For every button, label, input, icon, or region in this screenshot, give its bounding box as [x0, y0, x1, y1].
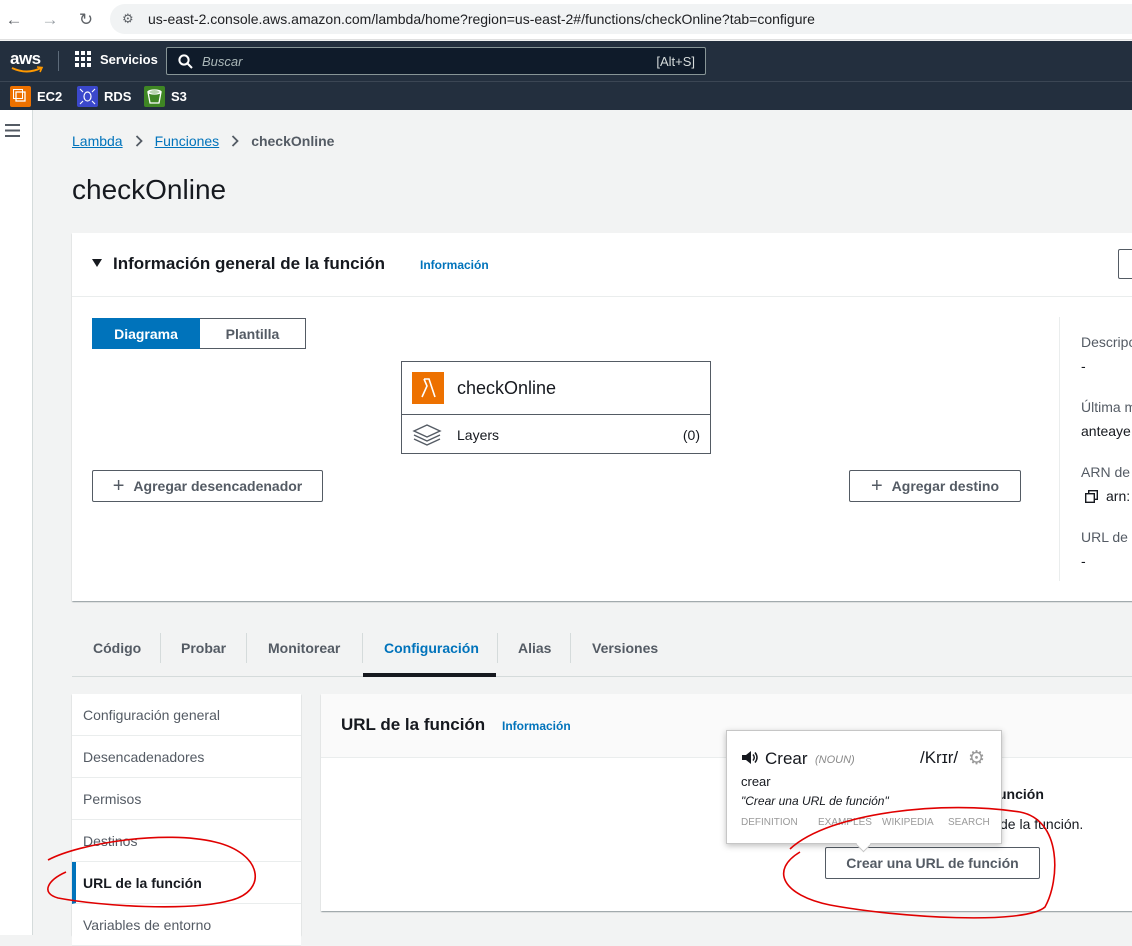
description-label: Descripc [1081, 334, 1132, 350]
copy-icon[interactable] [1085, 489, 1098, 503]
function-url-label: URL de l [1081, 529, 1132, 545]
search-placeholder: Buscar [202, 54, 243, 69]
s3-icon [144, 86, 165, 107]
speaker-icon[interactable] [741, 750, 759, 765]
forward-icon[interactable]: → [40, 10, 60, 30]
breadcrumb: Lambda Funciones checkOnline [72, 133, 334, 149]
grid-icon [75, 51, 91, 67]
caret-down-icon[interactable] [92, 259, 102, 267]
breadcrumb-lambda[interactable]: Lambda [72, 133, 123, 149]
function-url-value: - [1081, 553, 1086, 569]
search-input[interactable]: Buscar [Alt+S] [166, 47, 706, 75]
arn-value: arn: [1106, 488, 1131, 504]
rds-icon [77, 86, 98, 107]
services-menu-button[interactable]: Servicios [75, 51, 158, 67]
function-overview-panel: Información general de la función Inform… [72, 233, 1132, 601]
site-settings-icon[interactable]: ⚙ [122, 11, 134, 27]
layers-count: (0) [682, 427, 700, 443]
config-nav-function-url[interactable]: URL de la función [72, 862, 301, 904]
aws-logo[interactable]: aws [10, 49, 44, 75]
tab-test[interactable]: Probar [181, 640, 226, 656]
popup-link-definition[interactable]: DEFINITION [741, 817, 798, 828]
toggle-diagram[interactable]: Diagrama [92, 318, 200, 349]
popup-link-wikipedia[interactable]: WIKIPEDIA [882, 817, 934, 828]
layers-label: Layers [457, 427, 500, 443]
popup-part-of-speech: (NOUN) [815, 754, 855, 766]
plus-icon: + [870, 474, 883, 497]
active-tab-indicator [363, 673, 496, 677]
dictionary-popup: Crear (NOUN) /Krɪr/ ⚙ crear "Crear una U… [726, 730, 1002, 853]
description-value: - [1081, 358, 1086, 374]
favorite-label: RDS [104, 89, 132, 104]
hamburger-menu-icon[interactable] [5, 124, 20, 137]
no-url-description: de la función. [1000, 816, 1084, 832]
create-function-url-button[interactable]: Crear una URL de función [825, 847, 1040, 879]
gear-icon[interactable]: ⚙ [968, 747, 985, 770]
url-text: us-east-2.console.aws.amazon.com/lambda/… [148, 11, 815, 27]
page-title: checkOnline [72, 174, 227, 205]
info-link[interactable]: Información [420, 258, 489, 272]
search-icon [178, 54, 193, 69]
layers-icon [412, 424, 442, 446]
add-destination-button[interactable]: + Agregar destino [849, 470, 1021, 502]
tab-versions[interactable]: Versiones [592, 640, 658, 656]
popup-meaning: crear [741, 774, 771, 789]
chevron-right-icon [135, 135, 143, 147]
info-link[interactable]: Información [502, 719, 571, 733]
popup-link-search[interactable]: SEARCH [948, 817, 990, 828]
favorite-rds[interactable]: RDS [77, 86, 131, 107]
arn-label: ARN de [1081, 464, 1131, 480]
config-nav-triggers[interactable]: Desencadenadores [72, 736, 301, 778]
reload-icon[interactable]: ↻ [76, 10, 96, 30]
favorite-label: EC2 [37, 89, 63, 104]
config-nav-environment-variables[interactable]: Variables de entorno [72, 904, 301, 946]
popup-link-examples[interactable]: EXAMPLES [818, 817, 872, 828]
overview-action-button[interactable] [1118, 249, 1132, 279]
chevron-right-icon [232, 135, 239, 147]
lambda-icon [412, 372, 444, 404]
function-name: checkOnline [457, 378, 557, 398]
popup-example: "Crear una URL de función" [741, 794, 889, 808]
config-nav-permissions[interactable]: Permisos [72, 778, 301, 820]
back-icon[interactable]: ← [4, 10, 24, 30]
browser-toolbar: ← → ↻ ⚙ us-east-2.console.aws.amazon.com… [0, 0, 1132, 40]
favorite-ec2[interactable]: EC2 [10, 86, 62, 107]
side-navigation-collapsed [0, 110, 33, 935]
config-nav-general[interactable]: Configuración general [72, 694, 301, 736]
ec2-icon [10, 86, 31, 107]
favorite-label: S3 [171, 89, 187, 104]
last-modified-value: anteaye [1081, 423, 1131, 439]
aws-top-nav: aws Servicios Buscar [Alt+S] [0, 41, 1132, 81]
tab-monitor[interactable]: Monitorear [268, 640, 340, 656]
favorite-s3[interactable]: S3 [144, 86, 187, 107]
tab-configuration[interactable]: Configuración [384, 640, 479, 656]
config-nav-destinations[interactable]: Destinos [72, 820, 301, 862]
overview-header: Información general de la función Inform… [72, 233, 1132, 297]
plus-icon: + [112, 474, 125, 497]
search-shortcut: [Alt+S] [656, 54, 695, 69]
function-url-title: URL de la función [341, 715, 486, 734]
address-bar[interactable]: ⚙ us-east-2.console.aws.amazon.com/lambd… [110, 4, 1132, 34]
favorites-bar: EC2 RDS S3 [0, 81, 1132, 110]
function-diagram-box[interactable]: checkOnline Layers (0) [401, 361, 711, 454]
services-label: Servicios [100, 51, 158, 67]
toggle-template[interactable]: Plantilla [200, 318, 306, 349]
function-details: Descripc - Última m anteaye ARN de arn: … [1081, 330, 1132, 573]
last-modified-label: Última m [1081, 399, 1132, 415]
tab-code[interactable]: Código [93, 640, 141, 656]
popup-word: Crear [765, 749, 808, 768]
breadcrumb-current: checkOnline [251, 133, 335, 149]
popup-pronunciation: /Krɪr/ [920, 748, 959, 767]
add-trigger-button[interactable]: + Agregar desencadenador [92, 470, 323, 502]
no-url-heading: unción [998, 786, 1044, 802]
breadcrumb-functions[interactable]: Funciones [155, 133, 220, 149]
overview-title: Información general de la función [113, 254, 386, 273]
tab-alias[interactable]: Alias [518, 640, 551, 656]
